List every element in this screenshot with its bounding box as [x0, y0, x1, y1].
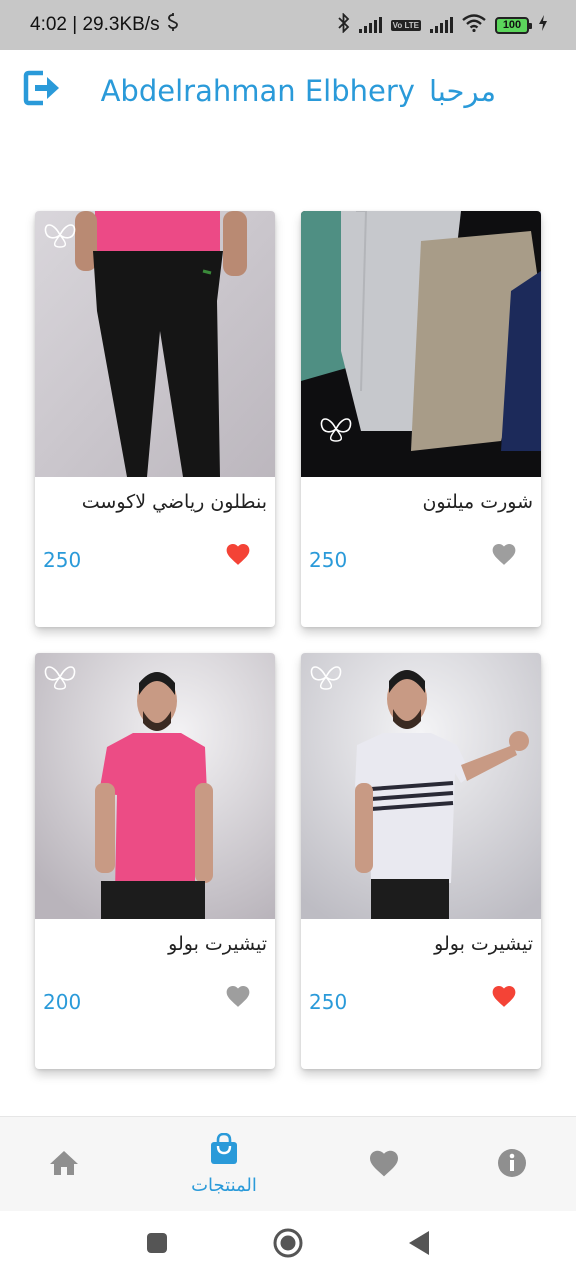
brand-logo: [320, 418, 352, 442]
greeting-word: مرحبا: [428, 74, 496, 108]
product-image: [301, 653, 541, 919]
product-card[interactable]: تيشيرت بولو 200: [35, 653, 275, 1069]
recents-button[interactable]: [141, 1229, 173, 1261]
brand-logo: [44, 224, 76, 248]
back-button[interactable]: [403, 1229, 435, 1261]
nav-item-products[interactable]: المنتجات: [164, 1117, 284, 1212]
product-image: [35, 211, 275, 477]
favorite-button[interactable]: [489, 983, 519, 1013]
product-name: بنطلون رياضي لاكوست: [81, 491, 267, 513]
app-header: Abdelrahman Elbhery مرحبا: [0, 50, 576, 140]
logout-button[interactable]: [22, 70, 62, 110]
status-right: Vo LTE 100: [337, 12, 548, 37]
user-name: Abdelrahman Elbhery: [100, 74, 415, 108]
product-price: 250: [309, 990, 348, 1014]
info-icon: [497, 1148, 527, 1182]
back-triangle-icon: [407, 1230, 431, 1260]
home-icon: [49, 1149, 79, 1181]
product-name: تيشيرت بولو: [434, 933, 533, 955]
heart-icon: [225, 542, 251, 570]
signal-icon-1: [358, 17, 382, 33]
circle-icon: [273, 1228, 303, 1262]
heart-icon: [491, 542, 517, 570]
product-image: [35, 653, 275, 919]
volte-badge: Vo LTE: [390, 19, 421, 31]
status-bar: 4:02 | 29.3KB/s Vo LTE 100: [0, 0, 576, 50]
heart-icon: [368, 1148, 400, 1182]
wifi-icon: [462, 14, 486, 36]
product-card[interactable]: تيشيرت بولو 250: [301, 653, 541, 1069]
nav-item-home[interactable]: [34, 1117, 94, 1212]
heart-icon: [225, 984, 251, 1012]
product-image: [301, 211, 541, 477]
heart-icon: [491, 984, 517, 1012]
bottom-navigation: المنتجات: [0, 1116, 576, 1211]
favorite-button[interactable]: [489, 541, 519, 571]
square-icon: [146, 1232, 168, 1258]
brand-logo: [310, 666, 342, 690]
product-name: تيشيرت بولو: [168, 933, 267, 955]
charging-icon: [538, 15, 548, 35]
status-left: 4:02 | 29.3KB/s: [30, 13, 180, 37]
bluetooth-icon: [337, 12, 350, 37]
data-saver-icon: [166, 13, 180, 37]
product-price: 250: [43, 548, 82, 572]
product-name: شورت ميلتون: [422, 491, 533, 513]
nav-item-info[interactable]: [482, 1117, 542, 1212]
battery-indicator: 100: [495, 16, 532, 34]
product-card[interactable]: بنطلون رياضي لاكوست 250: [35, 211, 275, 627]
shopping-bag-icon: [209, 1132, 239, 1169]
favorite-button[interactable]: [223, 983, 253, 1013]
nav-item-favorites[interactable]: [354, 1117, 414, 1212]
greeting-text: Abdelrahman Elbhery مرحبا: [101, 74, 496, 108]
favorite-button[interactable]: [223, 541, 253, 571]
logout-icon: [23, 69, 61, 111]
nav-label-products: المنتجات: [191, 1175, 257, 1196]
product-price: 250: [309, 548, 348, 572]
system-navigation-bar: [0, 1211, 576, 1280]
home-system-button[interactable]: [272, 1228, 304, 1262]
status-time-speed: 4:02 | 29.3KB/s: [30, 14, 160, 35]
signal-icon-2: [430, 17, 453, 33]
brand-logo: [44, 666, 76, 690]
product-price: 200: [43, 990, 82, 1014]
product-card[interactable]: شورت ميلتون 250: [301, 211, 541, 627]
